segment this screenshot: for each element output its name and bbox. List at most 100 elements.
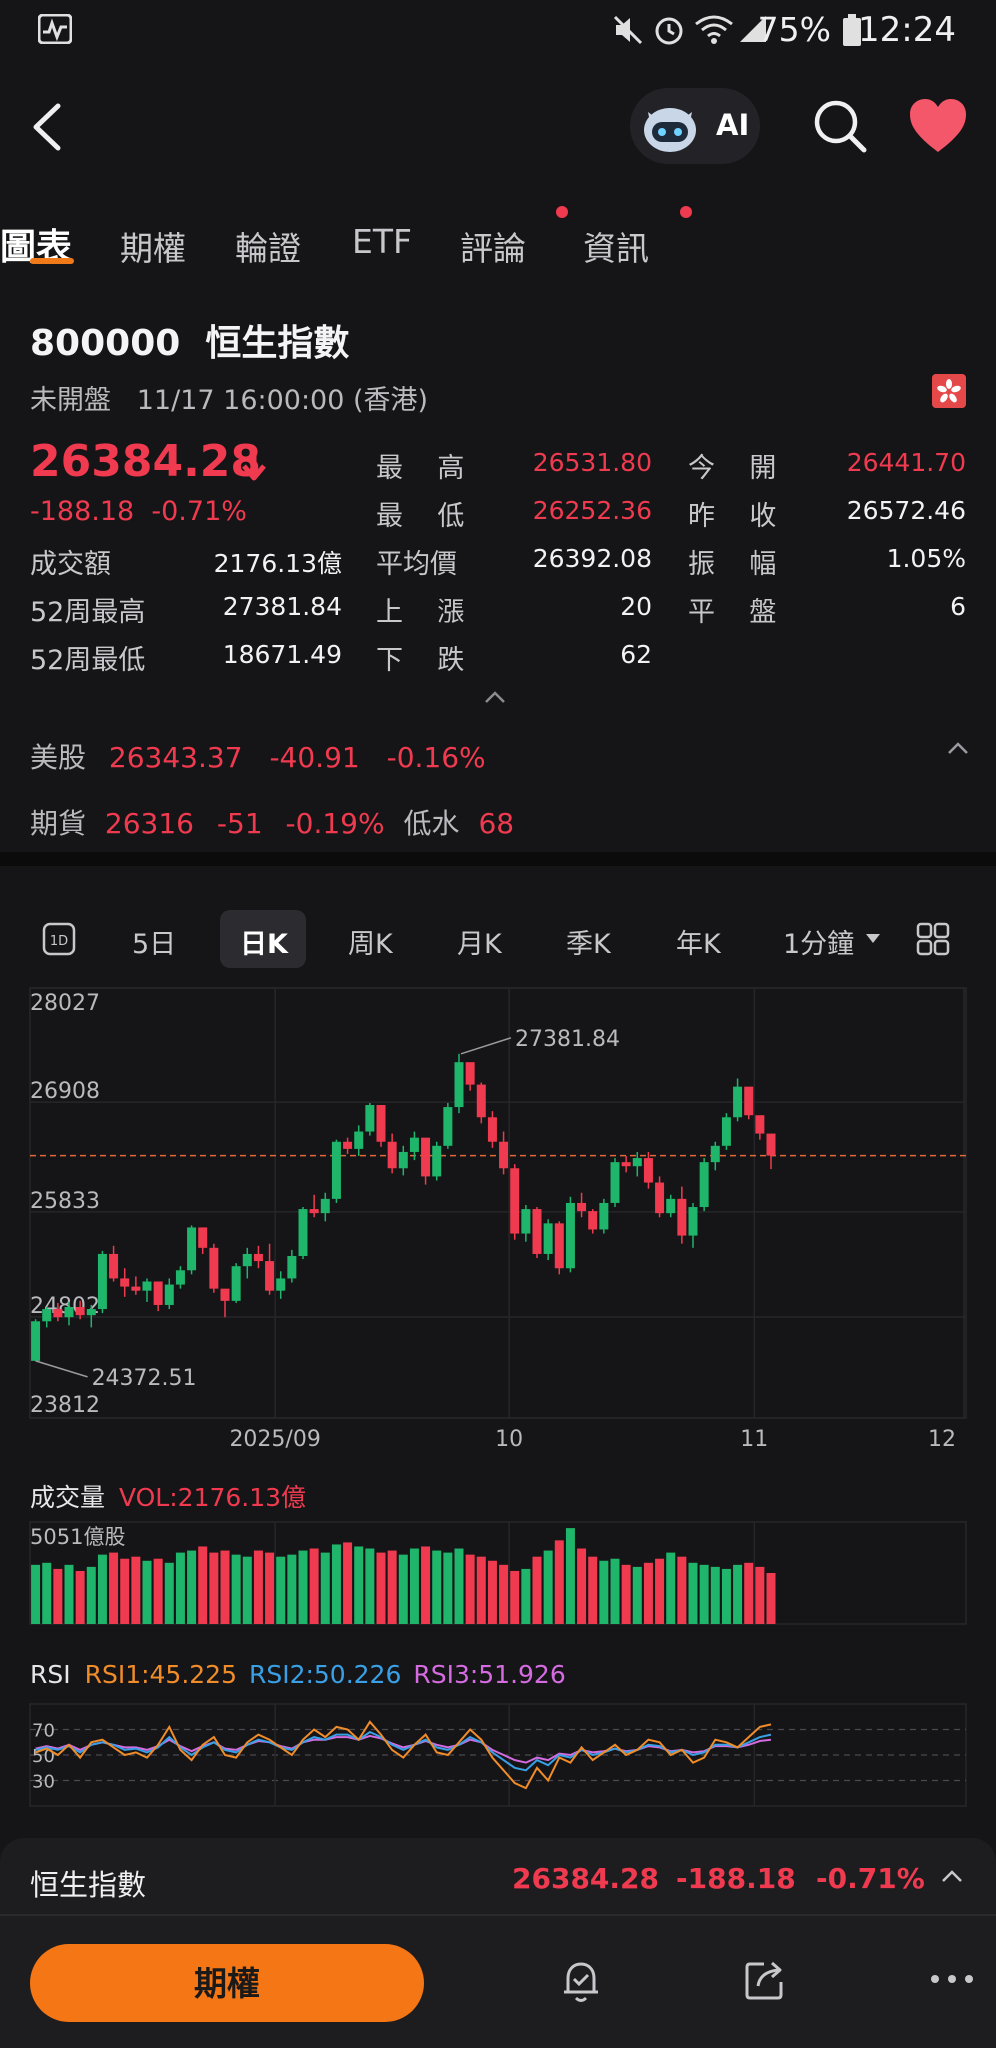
stat-value-turnover: 2176.13億 (213, 549, 342, 578)
expand-ticker-icon[interactable] (940, 1868, 964, 1884)
bottom-ticker-pct: -0.71% (816, 1862, 925, 1895)
volume-title: 成交量 (30, 1483, 106, 1512)
tab-bar: 圖表 期權 輪證 ETF 評論 資訊 (0, 210, 996, 270)
collapse-caret-icon[interactable] (482, 688, 508, 706)
tab-warrants[interactable]: 輪證 (235, 222, 301, 270)
tab-options[interactable]: 期權 (120, 222, 186, 270)
volume-bar (42, 1562, 52, 1624)
candle-body (454, 1062, 464, 1108)
tab-comments[interactable]: 評論 (460, 222, 526, 270)
volume-bar (432, 1550, 442, 1624)
candle-body (610, 1162, 620, 1203)
y-tick-label: 23812 (30, 1393, 100, 1418)
alarm-icon (655, 17, 683, 45)
grid-layout-icon[interactable] (916, 922, 950, 956)
volume-bar (64, 1564, 74, 1624)
arrow-down-icon (242, 450, 266, 481)
volume-bar (53, 1568, 63, 1624)
candle-body (421, 1137, 431, 1177)
stat-label-low: 最 低 (376, 501, 465, 532)
y-tick-label: 26908 (30, 1079, 100, 1104)
candle-body (365, 1105, 375, 1132)
volume-bar (721, 1568, 731, 1624)
expand-caret-icon[interactable] (946, 740, 970, 756)
period-day[interactable]: 日K (240, 922, 288, 961)
x-tick-label: 2025/09 (229, 1427, 320, 1452)
bottom-ticker-name[interactable]: 恒生指數 (30, 1862, 146, 1904)
period-5d[interactable]: 5日 (132, 922, 176, 961)
us-market-price: 26343.37 (108, 741, 243, 774)
volume-chart[interactable]: 5051億股 (0, 1518, 996, 1628)
volume-bar (298, 1550, 308, 1624)
candle-body (409, 1137, 419, 1152)
candle-body (721, 1117, 731, 1146)
period-month[interactable]: 月K (457, 922, 502, 961)
volume-bar (666, 1552, 676, 1624)
futures-basis: 68 (478, 807, 515, 840)
volume-bar (510, 1570, 520, 1624)
volume-bar (354, 1546, 364, 1624)
volume-bar (320, 1552, 330, 1624)
rsi-header: RSI RSI1:45.225 RSI2:50.226 RSI3:51.926 (30, 1660, 566, 1689)
price-alert-icon[interactable] (560, 1958, 602, 2004)
candle-body (276, 1278, 286, 1291)
period-quarter[interactable]: 季K (566, 922, 611, 961)
volume-bar (175, 1552, 185, 1624)
candle-body (265, 1261, 275, 1291)
candle-body (287, 1255, 297, 1279)
stat-label-turnover: 成交額 (30, 549, 111, 580)
rsi-title: RSI (30, 1660, 71, 1689)
period-year[interactable]: 年K (676, 922, 721, 961)
futures-basis-label: 低水 (403, 807, 460, 840)
stat-value-decliners: 62 (620, 640, 652, 669)
candle-body (621, 1162, 631, 1167)
stat-label-high: 最 高 (376, 453, 465, 484)
comments-notification-dot (556, 206, 568, 218)
search-icon[interactable] (812, 98, 868, 154)
volume-bar (565, 1528, 575, 1624)
period-week[interactable]: 周K (348, 922, 393, 961)
stat-label-open: 今 開 (688, 453, 777, 484)
bottom-ticker-price: 26384.28 (512, 1862, 660, 1895)
stat-value-open: 26441.70 (846, 448, 966, 477)
volume-bar (554, 1540, 564, 1624)
volume-bar (443, 1552, 453, 1624)
back-button[interactable] (24, 96, 72, 158)
stock-title: 800000 恒生指數 (30, 323, 350, 364)
rsi1-value: RSI1:45.225 (84, 1660, 237, 1689)
rsi-chart[interactable]: 705030 (0, 1700, 996, 1810)
candle-body (666, 1198, 676, 1214)
volume-bar (398, 1554, 408, 1624)
share-icon[interactable] (744, 1958, 786, 2002)
volume-bar (343, 1542, 353, 1624)
tab-etf[interactable]: ETF (352, 222, 412, 261)
candle-body (131, 1286, 141, 1291)
more-icon[interactable] (930, 1974, 974, 1984)
volume-bar (655, 1558, 665, 1624)
section-divider (0, 852, 996, 866)
volume-bar (376, 1552, 386, 1624)
volume-bar (287, 1554, 297, 1624)
favorite-heart-icon[interactable] (908, 98, 968, 154)
volume-bar (610, 1558, 620, 1624)
wifi-icon (695, 15, 733, 44)
candle-body (354, 1131, 364, 1149)
volume-header: 成交量 VOL:2176.13億 (30, 1478, 306, 1514)
stat-value-advancers: 20 (620, 592, 652, 621)
us-market-label: 美股 (30, 741, 87, 774)
intraday-1d-icon[interactable]: 1D (42, 922, 76, 956)
volume-bar (75, 1570, 85, 1624)
period-minute-dropdown[interactable]: 1分鐘 (783, 922, 854, 961)
candlestick-chart[interactable]: 28027269082583324802238122025/09 10 11 1227… (0, 984, 996, 1454)
us-market-pct: -0.16% (386, 741, 486, 774)
volume-bar (476, 1556, 486, 1624)
high-marker-label: 27381.84 (515, 1027, 620, 1052)
tab-news[interactable]: 資訊 (583, 222, 649, 270)
candle-body (142, 1281, 152, 1291)
low-marker-label: 24372.51 (92, 1366, 197, 1391)
options-button[interactable]: 期權 (30, 1944, 424, 2022)
candle-body (465, 1062, 475, 1085)
candle-body (476, 1084, 486, 1118)
candle-body (766, 1133, 776, 1156)
us-market-row: 美股 26343.37 -40.91 -0.16% (30, 736, 486, 776)
